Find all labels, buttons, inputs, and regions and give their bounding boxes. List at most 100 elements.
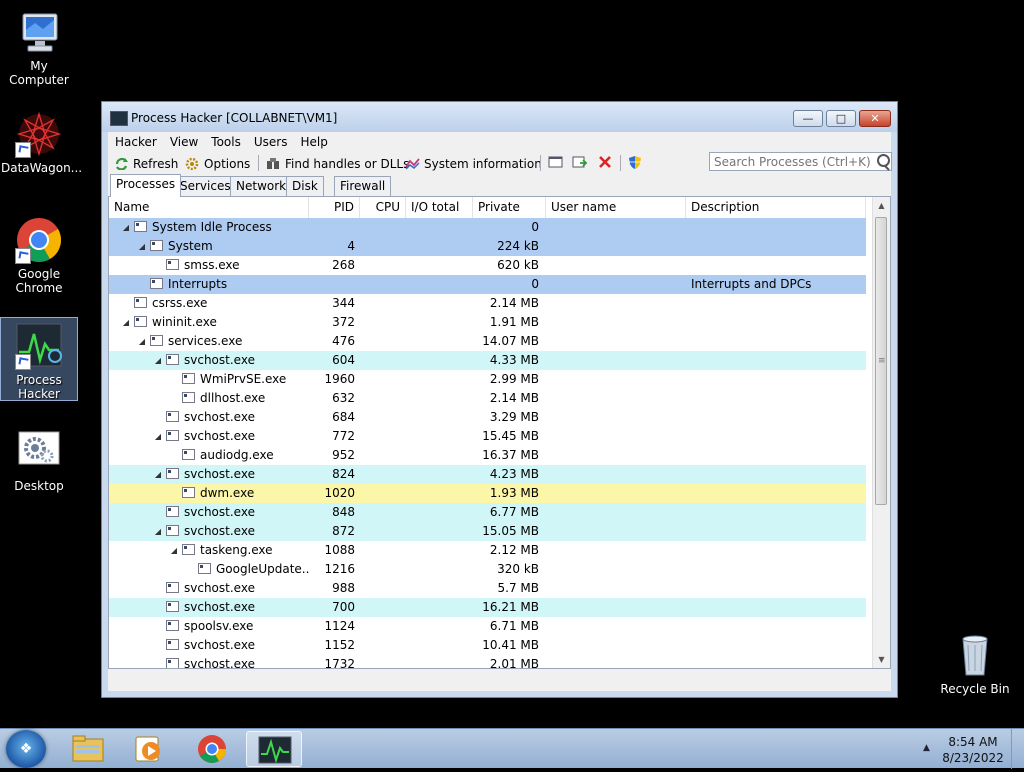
- table-row[interactable]: ◢ System Idle Process 0: [109, 218, 866, 237]
- process-name: WmiPrvSE.exe: [200, 372, 287, 386]
- menu-tools[interactable]: Tools: [204, 132, 247, 149]
- table-row[interactable]: ◢ wininit.exe 372 1.91 MB: [109, 313, 866, 332]
- elevate-button[interactable]: [627, 155, 643, 173]
- table-row[interactable]: ◢ svchost.exe 604 4.33 MB: [109, 351, 866, 370]
- taskbar-explorer[interactable]: [60, 731, 116, 767]
- options-button[interactable]: Options: [185, 155, 250, 173]
- desktop-icon-datawagon[interactable]: DataWagon...: [1, 110, 82, 175]
- table-row[interactable]: svchost.exe 700 16.21 MB: [109, 598, 866, 617]
- taskbar-process-hacker[interactable]: [246, 731, 302, 767]
- scroll-thumb[interactable]: ≡: [875, 217, 887, 505]
- search-icon[interactable]: [877, 154, 890, 167]
- desktop-icon-desktop[interactable]: Desktop: [1, 428, 77, 493]
- desktop-icon-google-chrome[interactable]: Google Chrome: [1, 216, 77, 295]
- column-name[interactable]: Name: [109, 197, 309, 218]
- maximize-button[interactable]: □: [826, 110, 856, 127]
- process-name-cell: dwm.exe: [109, 484, 309, 503]
- expand-toggle-icon[interactable]: ◢: [137, 332, 147, 351]
- table-row[interactable]: ◢ System 4 224 kB: [109, 237, 866, 256]
- terminate-button[interactable]: [597, 155, 613, 173]
- tab-services[interactable]: Services: [174, 176, 237, 196]
- expand-toggle-icon[interactable]: ◢: [137, 237, 147, 256]
- private-bytes-cell: 10.41 MB: [482, 638, 539, 652]
- cpu-cell: [360, 522, 402, 541]
- expand-toggle-icon[interactable]: ◢: [153, 351, 163, 370]
- user-name-cell: [551, 275, 685, 294]
- user-name-cell: [551, 256, 685, 275]
- column-description[interactable]: Description: [686, 197, 866, 218]
- table-row[interactable]: svchost.exe 848 6.77 MB: [109, 503, 866, 522]
- expand-toggle-icon[interactable]: ◢: [121, 218, 131, 237]
- tab-network[interactable]: Network: [230, 176, 293, 196]
- minimize-button[interactable]: —: [793, 110, 823, 127]
- table-row[interactable]: ◢ svchost.exe 824 4.23 MB: [109, 465, 866, 484]
- desktop-icon-process-hacker[interactable]: Process Hacker: [0, 317, 78, 401]
- desktop-icon-my-computer[interactable]: My Computer: [1, 8, 77, 87]
- show-window-button[interactable]: [548, 155, 564, 173]
- private-bytes-cell: 6.77 MB: [489, 505, 539, 519]
- column-private-bytes[interactable]: Private b...: [473, 197, 546, 235]
- expand-toggle-icon[interactable]: ◢: [153, 522, 163, 541]
- taskbar-chrome[interactable]: [184, 731, 240, 767]
- show-desktop-button[interactable]: [1011, 729, 1024, 769]
- table-row[interactable]: svchost.exe 684 3.29 MB: [109, 408, 866, 427]
- expand-toggle-icon[interactable]: ◢: [121, 313, 131, 332]
- table-row[interactable]: Interrupts 0 Interrupts and DPCs: [109, 275, 866, 294]
- clock-date: 8/23/2022: [942, 751, 1004, 765]
- user-name-cell: [551, 541, 685, 560]
- process-tree-list[interactable]: Name PID CPU I/O total ... Private b... …: [108, 196, 891, 669]
- table-row[interactable]: svchost.exe 988 5.7 MB: [109, 579, 866, 598]
- expand-toggle-icon[interactable]: ◢: [153, 465, 163, 484]
- process-name: svchost.exe: [184, 467, 255, 481]
- find-handles-button[interactable]: Find handles or DLLs: [266, 155, 409, 173]
- table-row[interactable]: csrss.exe 344 2.14 MB: [109, 294, 866, 313]
- pid-cell: 372: [332, 315, 355, 329]
- table-row[interactable]: GoogleUpdate.... 1216 320 kB: [109, 560, 866, 579]
- column-cpu[interactable]: CPU: [360, 197, 406, 218]
- vertical-scrollbar[interactable]: ▲ ≡ ▼: [872, 197, 890, 668]
- scroll-down-arrow-icon[interactable]: ▼: [873, 651, 890, 668]
- title-bar[interactable]: Process Hacker [COLLABNET\VM1] — □ ✕: [102, 102, 897, 132]
- table-row[interactable]: ◢ svchost.exe 872 15.05 MB: [109, 522, 866, 541]
- table-row[interactable]: ◢ taskeng.exe 1088 2.12 MB: [109, 541, 866, 560]
- table-row[interactable]: audiodg.exe 952 16.37 MB: [109, 446, 866, 465]
- column-user-name[interactable]: User name: [546, 197, 686, 218]
- table-row[interactable]: smss.exe 268 620 kB: [109, 256, 866, 275]
- refresh-button[interactable]: Refresh: [114, 155, 178, 173]
- close-button[interactable]: ✕: [859, 110, 891, 127]
- expand-toggle-icon[interactable]: ◢: [169, 541, 179, 560]
- table-row[interactable]: svchost.exe 1152 10.41 MB: [109, 636, 866, 655]
- table-row[interactable]: ◢ services.exe 476 14.07 MB: [109, 332, 866, 351]
- table-row[interactable]: dllhost.exe 632 2.14 MB: [109, 389, 866, 408]
- tab-firewall[interactable]: Firewall: [334, 176, 392, 196]
- tab-disk[interactable]: Disk: [286, 176, 324, 196]
- menu-view[interactable]: View: [163, 132, 204, 149]
- table-row[interactable]: dwm.exe 1020 1.93 MB: [109, 484, 866, 503]
- expand-toggle-icon[interactable]: ◢: [153, 427, 163, 446]
- scroll-up-arrow-icon[interactable]: ▲: [873, 197, 890, 214]
- clock[interactable]: 8:54 AM 8/23/2022: [940, 734, 1006, 766]
- start-button[interactable]: ❖: [6, 730, 46, 768]
- menu-help[interactable]: Help: [293, 132, 333, 149]
- desktop-icon-recycle-bin[interactable]: Recycle Bin: [937, 631, 1013, 696]
- folder-icon: [72, 735, 104, 762]
- go-to-process-button[interactable]: [572, 155, 588, 173]
- table-row[interactable]: WmiPrvSE.exe 1960 2.99 MB: [109, 370, 866, 389]
- column-pid[interactable]: PID: [309, 197, 360, 218]
- table-row[interactable]: ◢ svchost.exe 772 15.45 MB: [109, 427, 866, 446]
- tab-processes[interactable]: Processes: [110, 174, 182, 197]
- table-row[interactable]: spoolsv.exe 1124 6.71 MB: [109, 617, 866, 636]
- pid-cell: 872: [332, 524, 355, 538]
- system-information-button[interactable]: System information: [405, 155, 542, 173]
- column-io-total[interactable]: I/O total ...: [406, 197, 473, 235]
- show-hidden-icons-icon[interactable]: ▲: [923, 743, 930, 753]
- search-input[interactable]: [709, 152, 892, 171]
- pid-cell: 684: [332, 410, 355, 424]
- taskbar-media-player[interactable]: [122, 731, 178, 767]
- menu-users[interactable]: Users: [247, 132, 294, 149]
- process-icon: [198, 563, 211, 574]
- io-total-cell: [406, 218, 469, 237]
- menu-hacker[interactable]: Hacker: [108, 132, 163, 149]
- pid-cell: 700: [332, 600, 355, 614]
- table-row[interactable]: svchost.exe 1732 2.01 MB: [109, 655, 866, 668]
